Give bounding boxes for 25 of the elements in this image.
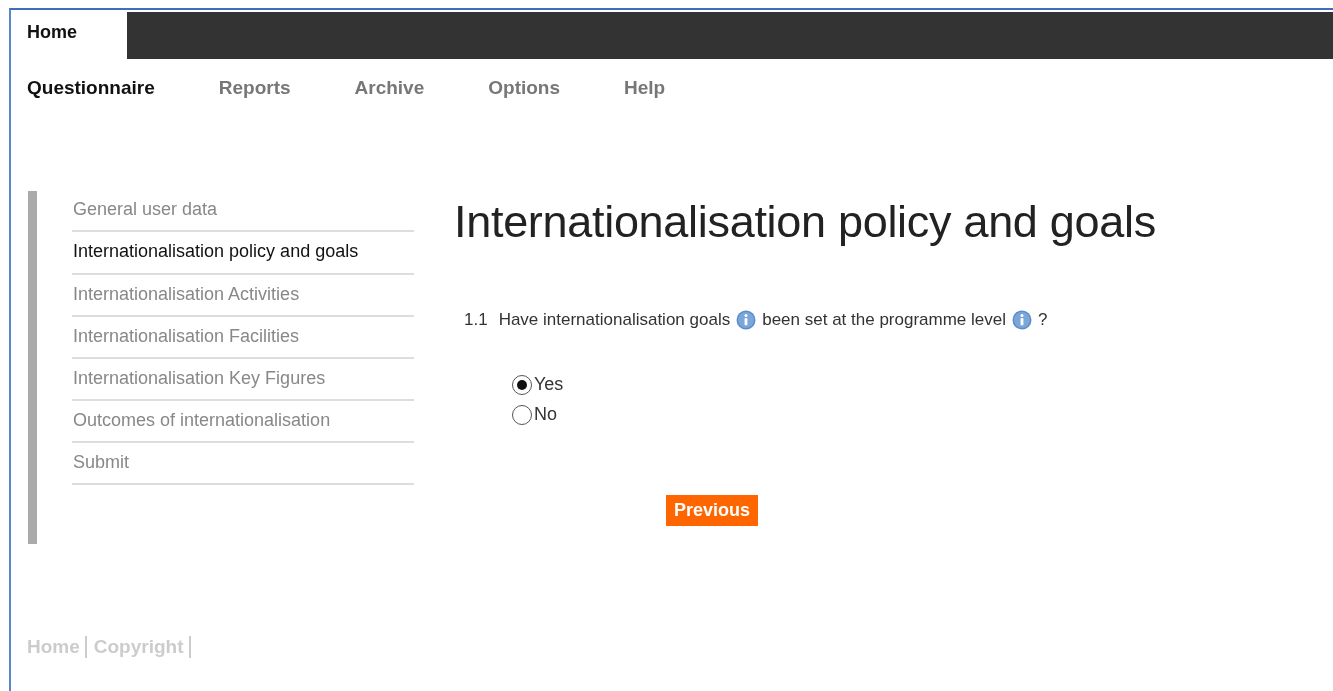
menu-tab[interactable]: Archive — [354, 77, 425, 119]
menu-tab[interactable]: Options — [488, 77, 561, 119]
sidebar-item[interactable]: Outcomes of internationalisation — [72, 401, 414, 443]
question-text: Have internationalisation goals — [498, 310, 731, 330]
sidebar-item[interactable]: Internationalisation Facilities — [72, 317, 414, 359]
question-text: ? — [1038, 310, 1048, 330]
sidebar-item[interactable]: General user data — [72, 191, 414, 232]
sidebar-item[interactable]: Internationalisation Activities — [72, 275, 414, 317]
sidebar-item[interactable]: Internationalisation Key Figures — [72, 359, 414, 401]
info-icon[interactable] — [736, 310, 757, 330]
question-text: been set at the programme level — [762, 310, 1006, 330]
previous-button[interactable]: Previous — [666, 495, 759, 526]
page-title: Internationalisation policy and goals — [454, 196, 1156, 248]
option-label: Yes — [534, 374, 564, 395]
question-number: 1.1 — [464, 310, 488, 330]
option-label: No — [534, 404, 557, 425]
sidebar-item[interactable]: Internationalisation policy and goals — [72, 232, 414, 275]
sidebar-item[interactable]: Submit — [72, 443, 414, 485]
radio-button[interactable] — [512, 375, 532, 395]
info-icon[interactable] — [1012, 310, 1032, 330]
home-tab[interactable]: Home — [11, 12, 127, 59]
radio-button[interactable] — [512, 405, 532, 425]
menu-tab[interactable]: Help — [624, 77, 666, 119]
menu-tab[interactable]: Reports — [218, 77, 291, 119]
menu-tab[interactable]: Questionnaire — [27, 77, 155, 119]
